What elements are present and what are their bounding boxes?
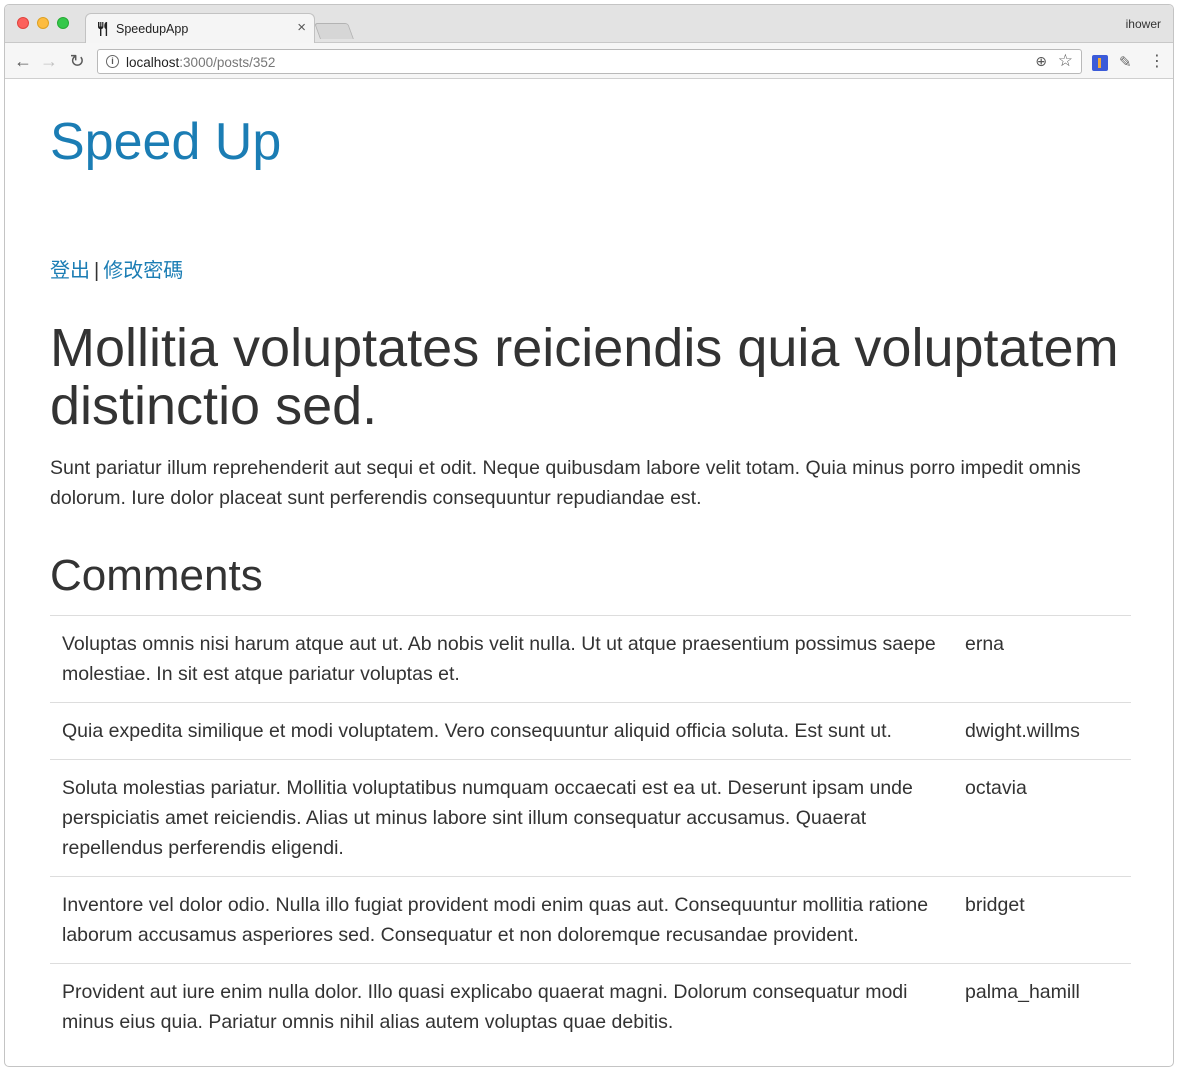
table-row: Provident aut iure enim nulla dolor. Ill…: [50, 963, 1131, 1050]
post-body: Sunt pariatur illum reprehenderit aut se…: [50, 457, 1081, 509]
change-password-link[interactable]: 修改密碼: [103, 260, 183, 282]
comment-author: octavia: [953, 759, 1131, 877]
title-bar: SpeedupApp × ihower: [5, 5, 1173, 44]
tab-title: SpeedupApp: [116, 22, 189, 36]
star-icon[interactable]: ☆: [1058, 51, 1073, 71]
site-brand-link[interactable]: Speed Up: [50, 112, 1130, 172]
url-host: localhost: [126, 55, 180, 70]
comment-author: bridget: [953, 876, 1131, 964]
link-separator: |: [94, 260, 100, 282]
window-close-button[interactable]: [17, 17, 29, 29]
window-minimize-button[interactable]: [37, 17, 49, 29]
logout-link[interactable]: 登出: [50, 260, 90, 282]
page-content: Speed Up 登出 | 修改密碼 Mollitia voluptates rei…: [5, 80, 1173, 1066]
reload-icon[interactable]: ↻: [67, 51, 87, 71]
comment-content: Voluptas omnis nisi harum atque aut ut. …: [50, 615, 953, 703]
new-tab-button[interactable]: [314, 23, 354, 39]
post-title: Mollitia voluptates reiciendis quia volu…: [50, 318, 1119, 436]
table-row: Inventore vel dolor odio. Nulla illo fug…: [50, 876, 1131, 964]
browser-tab[interactable]: SpeedupApp ×: [85, 13, 315, 44]
comment-content: Soluta molestias pariatur. Mollitia volu…: [50, 759, 953, 877]
eyedropper-extension-icon[interactable]: ✎: [1119, 53, 1132, 71]
comment-author: erna: [953, 615, 1131, 703]
fork-knife-icon: [98, 22, 108, 36]
window-maximize-button[interactable]: [57, 17, 69, 29]
url-text[interactable]: localhost:3000/posts/352: [126, 55, 275, 70]
table-row: Soluta molestias pariatur. Mollitia volu…: [50, 759, 1131, 877]
arrow-right-icon[interactable]: →: [39, 51, 59, 71]
auth-links: 登出 | 修改密碼: [50, 258, 1130, 284]
comment-content: Quia expedita similique et modi voluptat…: [50, 702, 953, 760]
tab-close-icon[interactable]: ×: [297, 19, 306, 36]
comment-author: palma_hamill: [953, 963, 1131, 1050]
table-row: Quia expedita similique et modi voluptat…: [50, 702, 1131, 760]
kebab-menu-icon[interactable]: ⋮: [1149, 51, 1165, 71]
arrow-left-icon[interactable]: ←: [13, 51, 33, 71]
info-icon[interactable]: i: [106, 55, 119, 68]
comments-table: Voluptas omnis nisi harum atque aut ut. …: [50, 615, 1131, 1050]
address-bar[interactable]: i localhost:3000/posts/352 ⊕ ☆: [97, 49, 1082, 74]
comment-content: Inventore vel dolor odio. Nulla illo fug…: [50, 876, 953, 964]
comments-heading: Comments: [50, 551, 263, 600]
comment-author: dwight.willms: [953, 702, 1131, 760]
table-row: Voluptas omnis nisi harum atque aut ut. …: [50, 615, 1131, 703]
browser-window: SpeedupApp × ihower ← → ↻ i localhost:30…: [4, 4, 1174, 1067]
extension-icon[interactable]: [1092, 55, 1108, 71]
profile-name[interactable]: ihower: [1126, 17, 1161, 31]
url-path: :3000/posts/352: [179, 55, 276, 70]
comment-content: Provident aut iure enim nulla dolor. Ill…: [50, 963, 953, 1050]
zoom-icon[interactable]: ⊕: [1035, 53, 1047, 70]
browser-toolbar: ← → ↻ i localhost:3000/posts/352 ⊕ ☆ ✎ ⋮: [5, 43, 1173, 79]
